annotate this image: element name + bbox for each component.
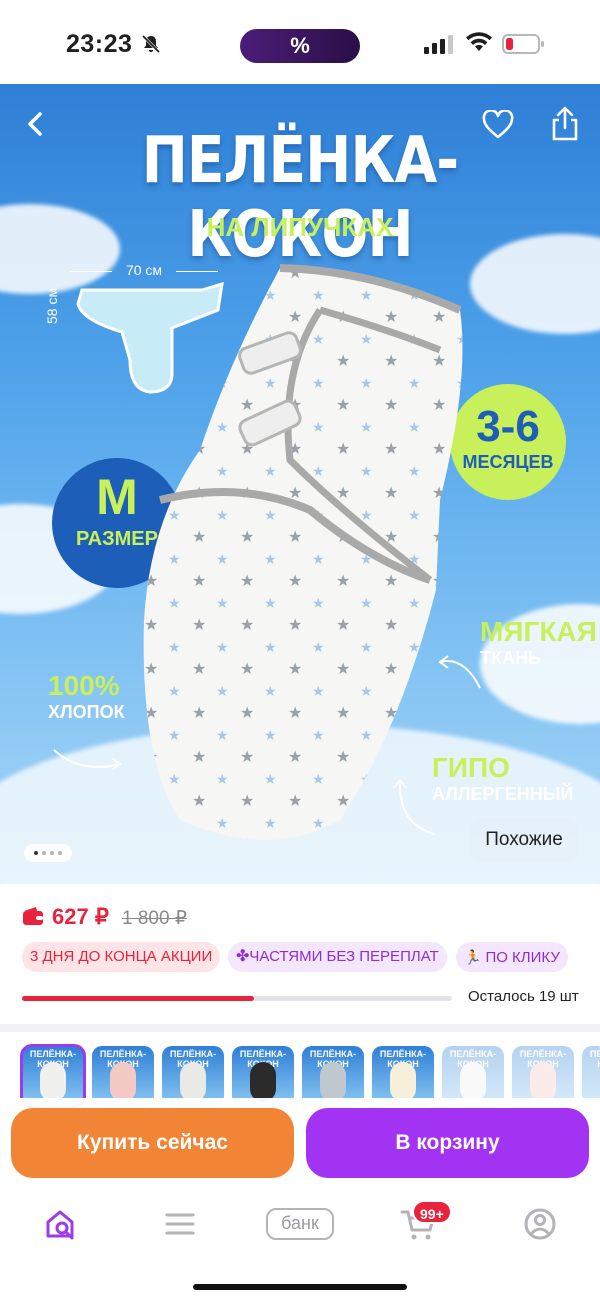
variant-thumbnail[interactable]: ПЕЛЁНКА-КОКОН: [302, 1046, 364, 1106]
old-price: 1 800 ₽: [122, 908, 187, 929]
battery-low-icon: [502, 34, 544, 54]
variant-thumbnail[interactable]: ПЕЛЁНКА-КОКОН: [582, 1046, 600, 1106]
installments-label: ЧАСТЯМИ БЕЗ ПЕРЕПЛАТ: [249, 948, 439, 965]
height-dimension: 58 см: [44, 287, 60, 324]
hero-subtitle: НА ЛИПУЧКАХ: [206, 212, 394, 242]
page-dot: [50, 851, 54, 855]
feature-soft-value: МЯГКАЯ: [480, 616, 597, 647]
status-time: 23:23: [66, 30, 133, 58]
installments-tag[interactable]: ✤ЧАСТЯМИ БЕЗ ПЕРЕПЛАТ: [228, 942, 447, 972]
catalog-menu-icon[interactable]: [160, 1204, 200, 1244]
thumbnail-swaddle-image: [460, 1062, 486, 1102]
thumbnail-swaddle-image: [110, 1062, 136, 1102]
profile-icon[interactable]: [520, 1204, 560, 1244]
gallery-pagination: [24, 844, 72, 862]
feature-hypo-value: ГИПО: [432, 752, 510, 783]
feature-soft: МЯГКАЯ ТКАНЬ: [480, 616, 597, 669]
page-dot: [42, 851, 46, 855]
wifi-icon: [466, 32, 492, 51]
feature-soft-label: ТКАНЬ: [480, 648, 541, 668]
thumbnail-swaddle-image: [530, 1062, 556, 1102]
variant-thumbnail[interactable]: ПЕЛЁНКА-КОКОН: [372, 1046, 434, 1106]
variant-thumbnail[interactable]: ПЕЛЁНКА-КОКОН: [20, 1044, 86, 1108]
buy-now-button[interactable]: Купить сейчас: [11, 1108, 294, 1178]
one-click-label: ПО КЛИКУ: [485, 949, 560, 966]
hero-title: ПЕЛЁНКА-КОКОН: [141, 124, 459, 272]
stock-progress-fill: [22, 996, 255, 1001]
arrow-cotton-icon: [53, 749, 122, 771]
status-bar: 23:23 %: [0, 0, 600, 84]
variant-thumbnail[interactable]: ПЕЛЁНКА-КОКОН: [232, 1046, 294, 1106]
thumbnail-title: ПЕЛЁНКА-КОКОН: [589, 1049, 600, 1069]
home-search-icon[interactable]: [40, 1204, 80, 1244]
running-person-icon: 🏃: [464, 949, 482, 965]
price-card: 627 ₽ 1 800 ₽ 3 ДНЯ ДО КОНЦА АКЦИИ ✤ЧАСТ…: [0, 884, 600, 1024]
one-click-tag[interactable]: 🏃 ПО КЛИКУ: [456, 942, 568, 972]
feature-hypo: ГИПО АЛЛЕРГЕННЫЙ: [432, 752, 573, 805]
variant-thumbnail[interactable]: ПЕЛЁНКА-КОКОН: [162, 1046, 224, 1106]
cart-count-badge: 99+: [412, 1200, 452, 1224]
cellular-signal-icon: [424, 35, 453, 54]
add-to-cart-button[interactable]: В корзину: [306, 1108, 589, 1178]
variant-thumbnail[interactable]: ПЕЛЁНКА-КОКОН: [442, 1046, 504, 1106]
swaddle-product-image: ★ ★: [143, 264, 463, 840]
bell-muted-icon: [141, 34, 161, 54]
stock-remaining: Осталось 19 шт: [468, 988, 579, 1005]
similar-button[interactable]: Похожие: [469, 818, 579, 862]
feature-cotton-value: 100%: [48, 670, 120, 701]
thumbnail-swaddle-image: [250, 1062, 276, 1102]
thumbnail-swaddle-image: [390, 1062, 416, 1102]
feature-cotton-label: ХЛОПОК: [48, 702, 125, 722]
back-arrow-icon[interactable]: [22, 110, 50, 138]
promo-pill[interactable]: %: [240, 29, 360, 63]
variant-thumbnail[interactable]: ПЕЛЁНКА-КОКОН: [92, 1046, 154, 1106]
home-indicator: [193, 1284, 407, 1290]
arrow-hypo-icon: [393, 778, 435, 835]
clover-icon: ✤: [236, 948, 250, 965]
purchase-actions: Купить сейчас В корзину: [0, 1098, 600, 1190]
current-price: 627 ₽: [52, 904, 109, 929]
favorite-heart-icon[interactable]: [482, 110, 514, 140]
thumbnail-swaddle-image: [40, 1062, 66, 1102]
thumbnail-swaddle-image: [320, 1062, 346, 1102]
feature-cotton: 100% ХЛОПОК: [48, 670, 125, 723]
section-divider: [0, 1024, 600, 1032]
wallet-icon: [23, 907, 43, 925]
variant-thumbnail[interactable]: ПЕЛЁНКА-КОКОН: [512, 1046, 574, 1106]
page-dot: [58, 851, 62, 855]
page-dot: [34, 851, 38, 855]
feature-hypo-label: АЛЛЕРГЕННЫЙ: [432, 784, 574, 804]
share-icon[interactable]: [550, 106, 580, 142]
arrow-soft-icon: [438, 655, 481, 689]
product-gallery[interactable]: ПЕЛЁНКА-КОКОН НА ЛИПУЧКАХ 70 см 58 см M …: [0, 84, 600, 884]
bank-tab[interactable]: банк: [266, 1208, 334, 1240]
thumbnail-swaddle-image: [180, 1062, 206, 1102]
stock-progress-bar: [22, 996, 452, 1001]
promo-deadline-tag[interactable]: 3 ДНЯ ДО КОНЦА АКЦИИ: [22, 942, 221, 972]
